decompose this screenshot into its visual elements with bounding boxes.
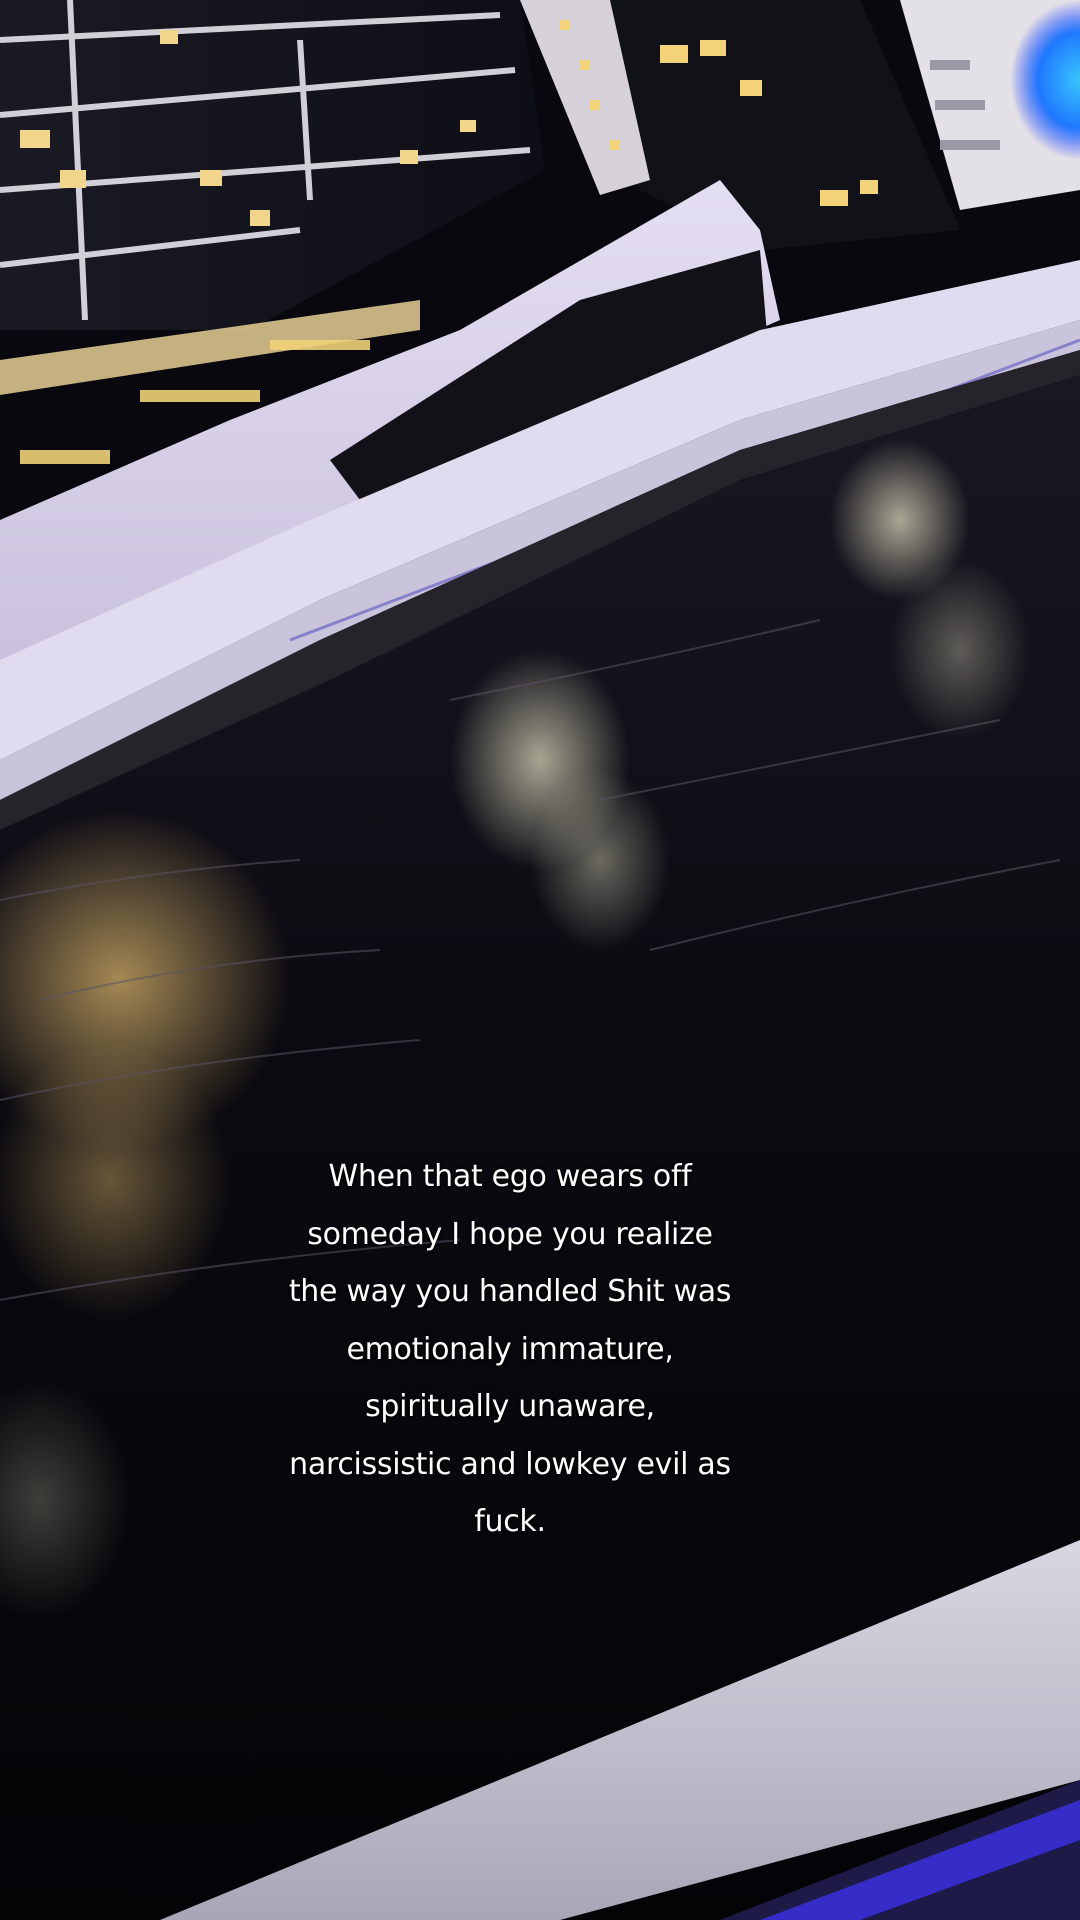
video-frame: When that ego wears off someday I hope y…: [0, 0, 1080, 1920]
caption-line: narcissistic and lowkey evil as: [289, 1446, 731, 1482]
caption-line: When that ego wears off: [328, 1159, 692, 1194]
caption-line: someday I hope you realize: [307, 1216, 713, 1252]
background-photo: [0, 0, 1080, 1920]
caption-line: fuck.: [474, 1504, 546, 1539]
caption-line: emotionaly immature,: [346, 1331, 674, 1367]
caption-line: the way you handled Shit was: [288, 1274, 732, 1309]
caption-text: When that ego wears off someday I hope y…: [240, 1148, 780, 1551]
caption-line: spiritually unaware,: [365, 1389, 655, 1424]
